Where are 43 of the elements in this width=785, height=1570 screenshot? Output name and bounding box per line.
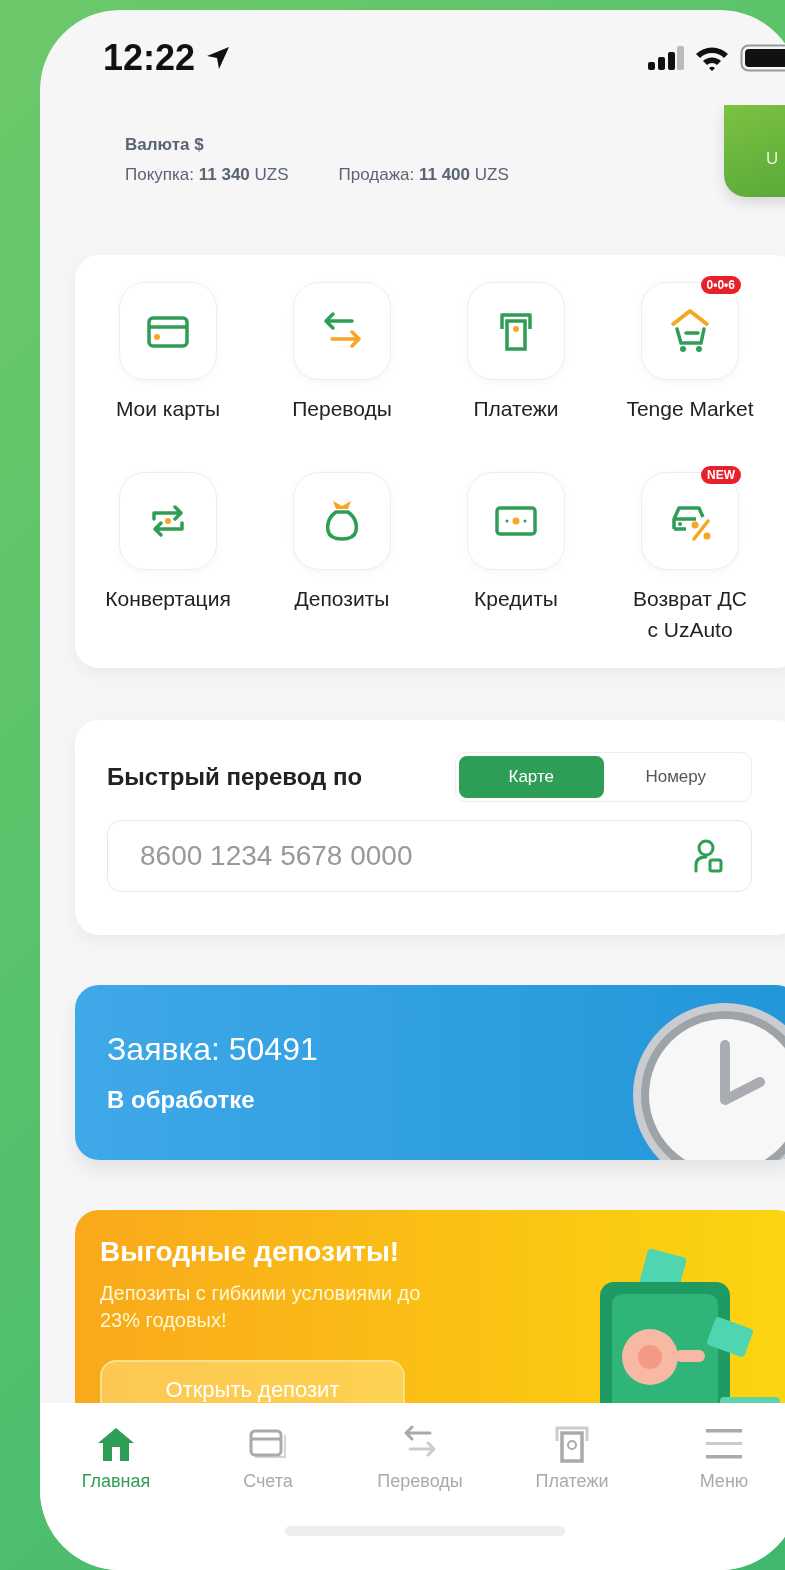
- nav-tab[interactable]: Меню: [648, 1425, 785, 1492]
- promo-banner[interactable]: Выгодные депозиты! Депозиты с гибкими условиями до 23% годовых! Открыть депозит: [75, 1210, 785, 1403]
- request-number: Заявка: 50491: [107, 1031, 318, 1068]
- service-label[interactable]: Конвертация: [83, 583, 253, 614]
- signal-icon: [648, 45, 684, 70]
- service-tile[interactable]: [119, 282, 217, 380]
- buy-rate: Покупка: 11 340 UZS: [125, 165, 289, 185]
- badge: 0•0•6: [700, 276, 741, 294]
- service-label[interactable]: Депозиты: [257, 583, 427, 614]
- badge: NEW: [701, 466, 741, 484]
- segment-tab[interactable]: Карте: [459, 756, 604, 798]
- service-tile[interactable]: [293, 282, 391, 380]
- request-status: В обработке: [107, 1086, 256, 1114]
- currency-title: Валюта $: [125, 135, 205, 155]
- nav-tab[interactable]: Счета: [192, 1425, 344, 1492]
- service-label[interactable]: Мои карты: [83, 393, 253, 424]
- service-label[interactable]: Tenge Market: [605, 393, 775, 424]
- service-tile[interactable]: [293, 472, 391, 570]
- card-number-field[interactable]: 8600 1234 5678 0000: [107, 820, 752, 892]
- service-tile[interactable]: [641, 472, 739, 570]
- service-label[interactable]: Кредиты: [431, 583, 601, 614]
- service-label[interactable]: Платежи: [431, 393, 601, 424]
- contact-icon[interactable]: [694, 839, 724, 873]
- nav-tab[interactable]: Платежи: [496, 1425, 648, 1492]
- service-tile[interactable]: [119, 472, 217, 570]
- service-tile[interactable]: [641, 282, 739, 380]
- segment-tab[interactable]: Номеру: [603, 756, 748, 798]
- request-banner[interactable]: Заявка: 50491 В обработке: [75, 985, 785, 1160]
- nav-tab[interactable]: Главная: [40, 1425, 192, 1492]
- service-label[interactable]: Переводы: [257, 393, 427, 424]
- battery-icon: [740, 43, 785, 72]
- service-tile[interactable]: [467, 282, 565, 380]
- nav-tab[interactable]: Переводы: [344, 1425, 496, 1492]
- card-preview[interactable]: U: [724, 105, 785, 197]
- location-icon: [205, 44, 232, 71]
- promo-text: Депозиты с гибкими условиями до 23% годовых!: [100, 1281, 422, 1333]
- home-icon: [96, 1425, 136, 1463]
- quick-transfer-title: Быстрый перевод по: [107, 763, 363, 791]
- sell-rate: Продажа: 11 400 UZS: [338, 165, 509, 185]
- promo-title: Выгодные депозиты!: [100, 1236, 401, 1268]
- status-time: 12:22: [103, 36, 196, 79]
- service-label[interactable]: Возврат ДС с UzAuto: [605, 583, 775, 645]
- service-tile[interactable]: [467, 472, 565, 570]
